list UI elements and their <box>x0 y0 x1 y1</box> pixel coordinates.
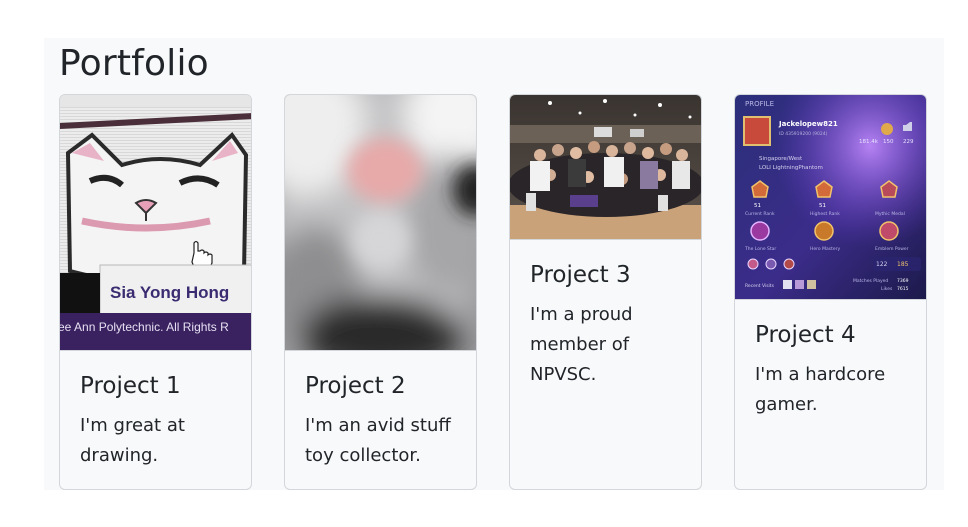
image-footer: ee Ann Polytechnic. All Rights R <box>60 320 229 334</box>
plush-toy-image <box>285 95 476 350</box>
game-badge-2-value: 51 <box>819 203 826 209</box>
project-image-1: Sia Yong Hong ee Ann Polytechnic. All Ri… <box>60 95 251 351</box>
game-badge-2-label: Highest Rank <box>810 211 840 217</box>
game-location: Singapore/West <box>759 156 803 162</box>
game-badge-5-label: Hero Mastery <box>810 246 840 252</box>
cat-drawing-image: Sia Yong Hong ee Ann Polytechnic. All Ri… <box>60 95 251 350</box>
card-text: I'm a proud member of NPVSC. <box>530 304 633 385</box>
game-matches-value: 7369 <box>897 278 909 284</box>
card-title: Project 3 <box>530 262 631 288</box>
card-text: I'm an avid stuff toy collector. <box>305 415 451 466</box>
card-body-1: Project 1 I'm great at drawing. <box>80 371 239 471</box>
project-card-3[interactable]: Project 3 I'm a proud member of NPVSC. <box>509 94 702 490</box>
card-body-3: Project 3 I'm a proud member of NPVSC. <box>530 260 689 390</box>
card-body-4: Project 4 I'm a hardcore gamer. <box>755 320 914 420</box>
game-stat-1: 181.4k <box>859 139 879 145</box>
game-profile-image: PROFILE Jackelopew821 ID 435919200 (9024… <box>735 95 926 299</box>
page-title: Portfolio <box>59 43 209 84</box>
game-profile-title: PROFILE <box>745 100 774 108</box>
game-emblem-value-1: 122 <box>876 261 888 268</box>
game-likes-value: 7615 <box>897 286 909 292</box>
portfolio-section: Portfolio Sia Yong Hong ee Ann Polytechn… <box>44 38 944 490</box>
game-badge-3-label: Mythic Medal <box>875 211 905 217</box>
card-title: Project 2 <box>305 373 406 399</box>
game-stat-3: 229 <box>903 139 914 145</box>
group-photo-image <box>510 95 701 239</box>
game-badge-1-label: Current Rank <box>745 211 775 217</box>
game-stat-2: 150 <box>883 139 894 145</box>
project-card-4[interactable]: PROFILE Jackelopew821 ID 435919200 (9024… <box>734 94 927 490</box>
card-text: I'm great at drawing. <box>80 415 185 466</box>
image-label: Sia Yong Hong <box>110 283 229 302</box>
card-title: Project 1 <box>80 373 181 399</box>
game-badge-4-label: The Lone Star <box>744 246 776 252</box>
game-likes-label: Likes <box>881 286 893 292</box>
game-badge-6-label: Emblem Power <box>875 246 909 252</box>
game-username: Jackelopew821 <box>778 120 838 128</box>
card-title: Project 4 <box>755 322 856 348</box>
game-squad: LOLI LightningPhantom <box>759 165 823 171</box>
game-emblem-value-2: 185 <box>897 261 909 268</box>
project-card-1[interactable]: Sia Yong Hong ee Ann Polytechnic. All Ri… <box>59 94 252 490</box>
game-matches-label: Matches Played <box>853 278 888 284</box>
game-recent-visits: Recent Visits <box>745 283 775 289</box>
project-image-3 <box>510 95 701 240</box>
card-text: I'm a hardcore gamer. <box>755 364 886 415</box>
game-id: ID 435919200 (9024) <box>779 131 828 137</box>
project-card-2[interactable]: Project 2 I'm an avid stuff toy collecto… <box>284 94 477 490</box>
project-image-2 <box>285 95 476 351</box>
game-badge-1-value: 51 <box>754 203 761 209</box>
card-body-2: Project 2 I'm an avid stuff toy collecto… <box>305 371 464 471</box>
project-image-4: PROFILE Jackelopew821 ID 435919200 (9024… <box>735 95 926 300</box>
